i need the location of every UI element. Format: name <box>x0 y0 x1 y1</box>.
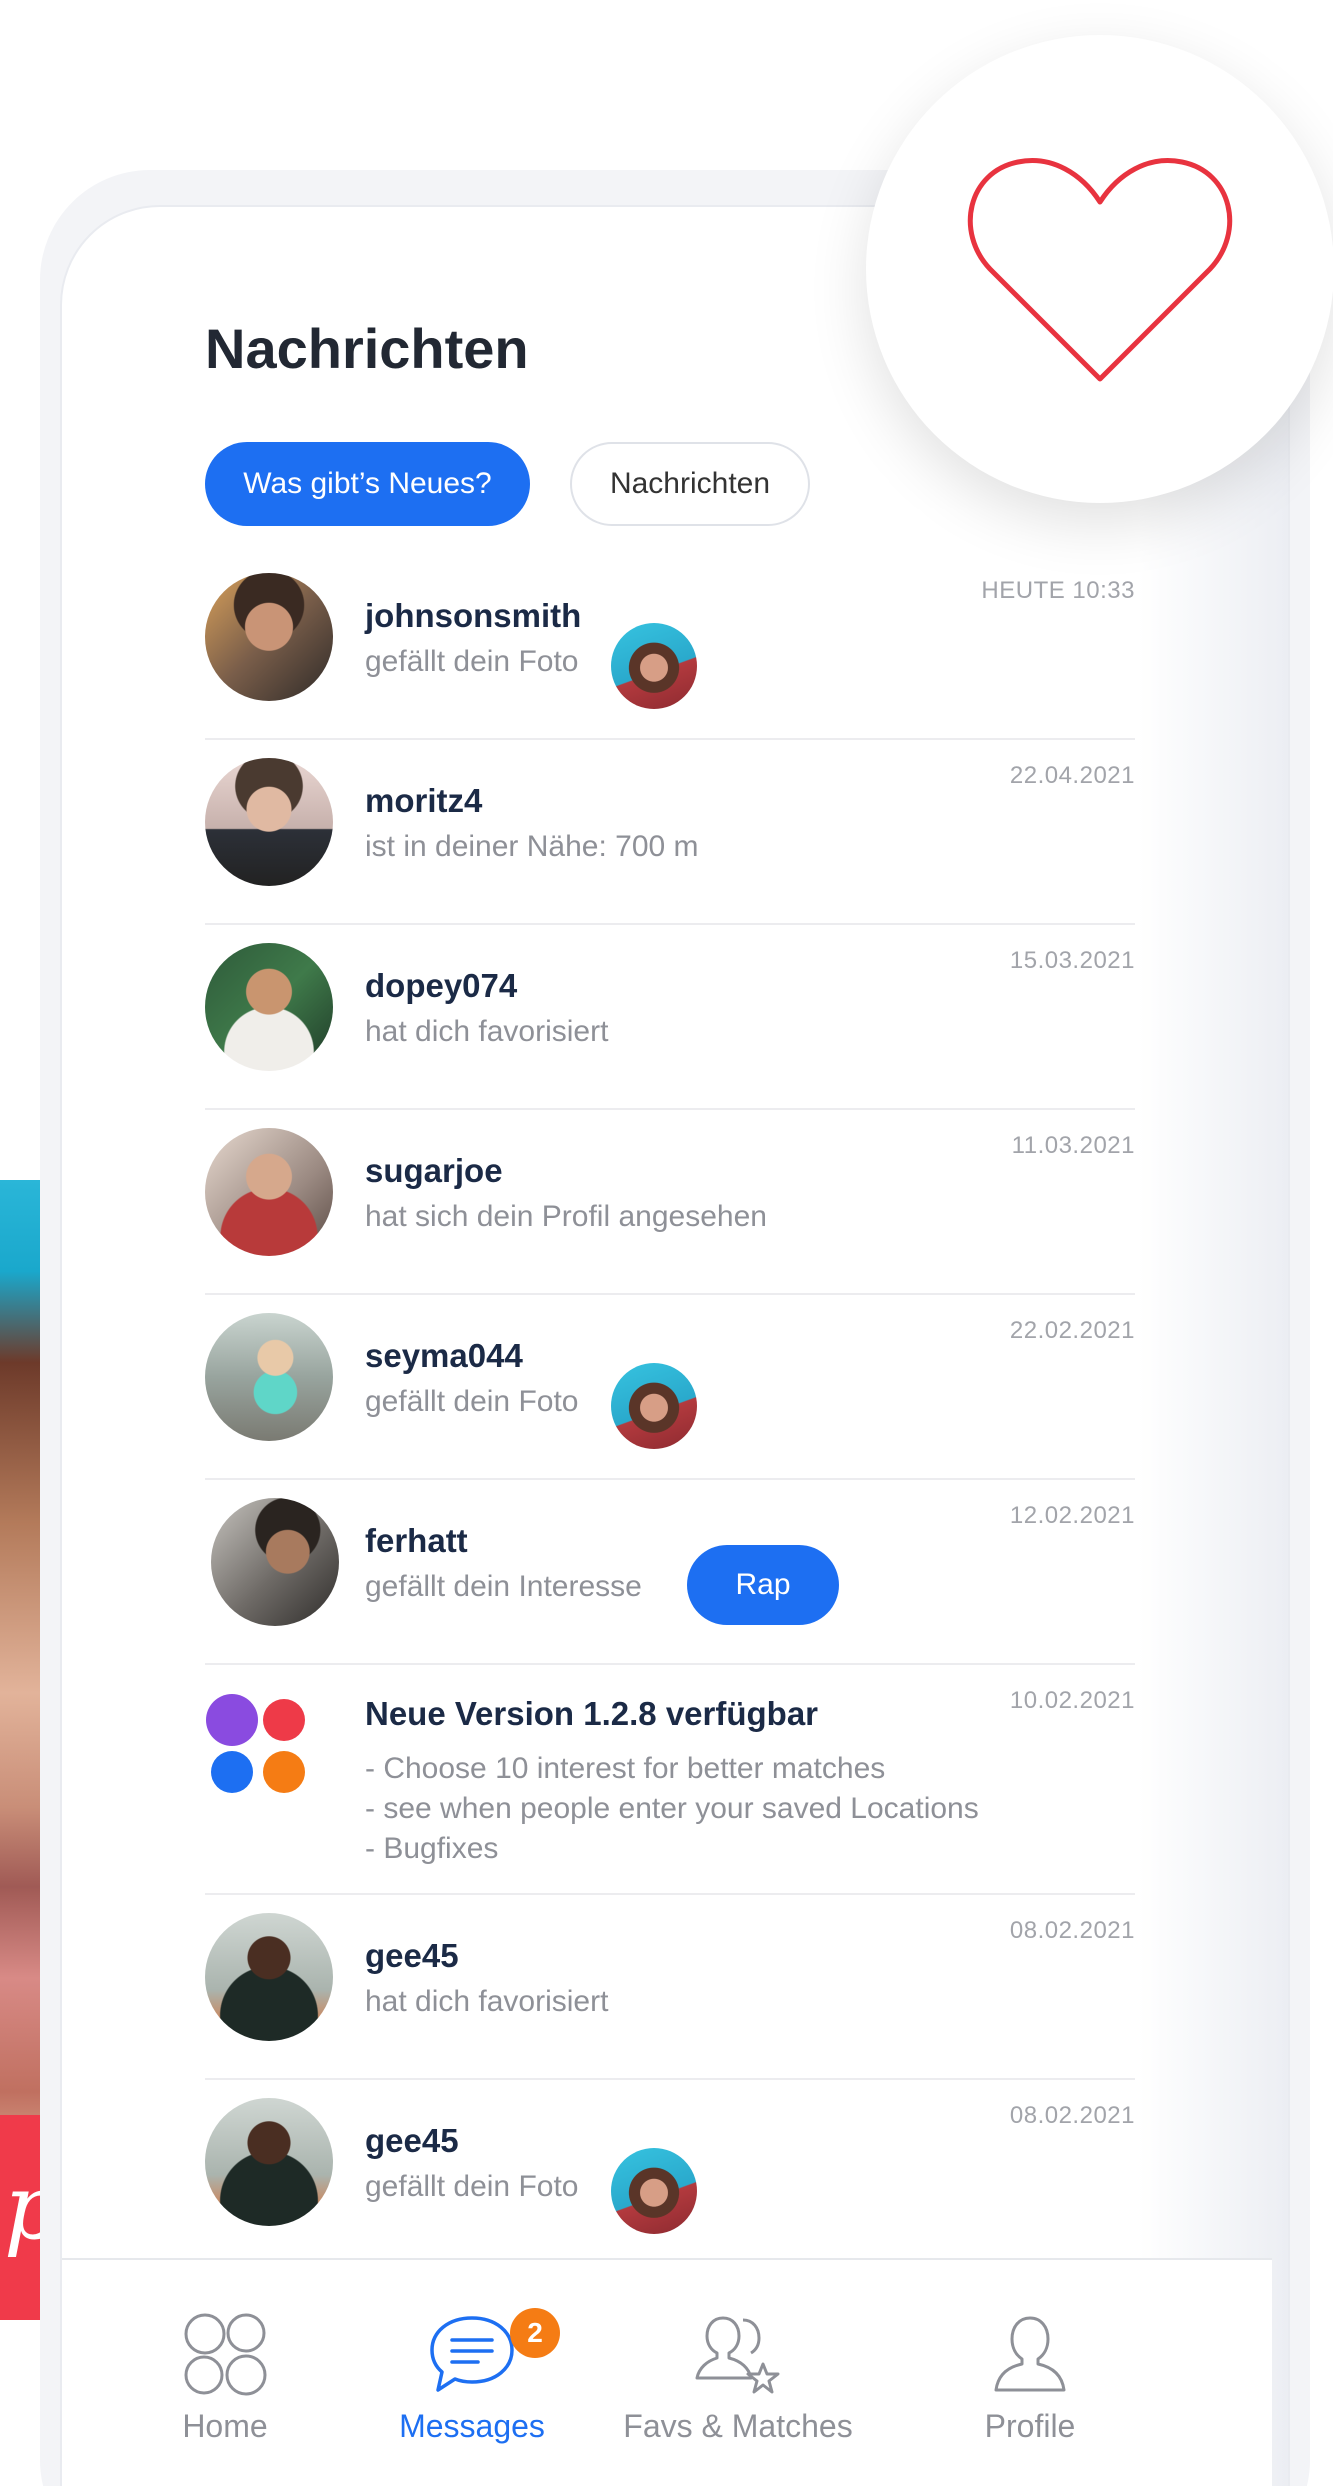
message-date: 15.03.2021 <box>1009 947 1135 974</box>
message-date: 08.02.2021 <box>1009 2102 1135 2129</box>
avatar[interactable] <box>205 2098 333 2226</box>
message-date: 12.02.2021 <box>1009 1502 1135 1529</box>
message-date: 22.02.2021 <box>1009 1317 1135 1344</box>
sender-name: seyma044 <box>365 1337 523 1374</box>
background-red-tag: p <box>0 2115 62 2320</box>
interest-tag[interactable]: Rap <box>687 1545 839 1625</box>
sender-name: sugarjoe <box>365 1152 503 1189</box>
update-title: Neue Version 1.2.8 verfügbar <box>365 1695 819 1732</box>
bottom-nav: Home 2 Messages Favs & Matches Profile <box>62 2258 1272 2486</box>
message-list: johnsonsmith gefällt dein Foto HEUTE 10:… <box>205 555 1135 2265</box>
avatar[interactable] <box>205 943 333 1071</box>
photo-thumbnail[interactable] <box>611 623 697 709</box>
message-text: ist in deiner Nähe: 700 m <box>365 830 699 863</box>
message-date: 22.04.2021 <box>1009 762 1135 789</box>
messages-icon <box>430 2316 514 2392</box>
sender-name: johnsonsmith <box>365 597 582 634</box>
avatar[interactable] <box>205 758 333 886</box>
sender-name: ferhatt <box>365 1522 468 1559</box>
message-date: 11.03.2021 <box>1011 1132 1135 1159</box>
list-item[interactable]: dopey074 hat dich favorisiert 15.03.2021 <box>205 925 1135 1110</box>
tab-bar: Was gibt’s Neues? Nachrichten <box>205 442 810 526</box>
photo-thumbnail[interactable] <box>611 1363 697 1449</box>
message-text: gefällt dein Interesse <box>365 1570 642 1603</box>
message-text: hat sich dein Profil angesehen <box>365 1200 767 1233</box>
list-item[interactable]: johnsonsmith gefällt dein Foto HEUTE 10:… <box>205 555 1135 740</box>
message-text: gefällt dein Foto <box>365 1385 579 1418</box>
message-date: 10.02.2021 <box>1009 1687 1135 1714</box>
list-item[interactable]: ferhatt gefällt dein Interesse Rap 12.02… <box>205 1480 1135 1665</box>
update-notes: - Choose 10 interest for better matches … <box>365 1752 979 1865</box>
tab-messages[interactable]: Nachrichten <box>570 442 810 526</box>
list-item[interactable]: Neue Version 1.2.8 verfügbar - Choose 10… <box>205 1665 1135 1895</box>
avatar[interactable] <box>205 1128 333 1256</box>
heart-icon <box>967 158 1233 382</box>
list-item[interactable]: gee45 hat dich favorisiert 08.02.2021 <box>205 1895 1135 2080</box>
home-icon <box>184 2313 267 2396</box>
message-text: gefällt dein Foto <box>365 2170 579 2203</box>
message-text: hat dich favorisiert <box>365 1015 609 1048</box>
avatar[interactable] <box>205 573 333 701</box>
unread-badge: 2 <box>510 2308 560 2358</box>
message-text: hat dich favorisiert <box>365 1985 609 2018</box>
list-item[interactable]: sugarjoe hat sich dein Profil angesehen … <box>205 1110 1135 1295</box>
sender-name: moritz4 <box>365 782 483 819</box>
message-date: HEUTE 10:33 <box>981 577 1135 604</box>
heart-badge <box>866 35 1333 503</box>
list-item[interactable]: gee45 gefällt dein Foto 08.02.2021 <box>205 2080 1135 2265</box>
avatar[interactable] <box>211 1498 339 1626</box>
list-item[interactable]: seyma044 gefällt dein Foto 22.02.2021 <box>205 1295 1135 1480</box>
list-item[interactable]: moritz4 ist in deiner Nähe: 700 m 22.04.… <box>205 740 1135 925</box>
sender-name: gee45 <box>365 2122 459 2159</box>
favs-matches-icon <box>695 2316 780 2394</box>
photo-thumbnail[interactable] <box>611 2148 697 2234</box>
message-text: gefällt dein Foto <box>365 645 579 678</box>
sender-name: gee45 <box>365 1937 459 1974</box>
message-date: 08.02.2021 <box>1009 1917 1135 1944</box>
avatar[interactable] <box>205 1313 333 1441</box>
nav-label: Profile <box>984 2408 1076 2444</box>
profile-icon <box>994 2316 1066 2392</box>
nav-label: Home <box>182 2408 268 2444</box>
app-logo-icon <box>206 1694 305 1793</box>
tab-whats-new[interactable]: Was gibt’s Neues? <box>205 442 530 526</box>
sender-name: dopey074 <box>365 967 518 1004</box>
nav-label: Messages <box>399 2408 545 2444</box>
nav-label: Favs & Matches <box>623 2408 853 2444</box>
page-title: Nachrichten <box>205 317 529 380</box>
avatar[interactable] <box>205 1913 333 2041</box>
